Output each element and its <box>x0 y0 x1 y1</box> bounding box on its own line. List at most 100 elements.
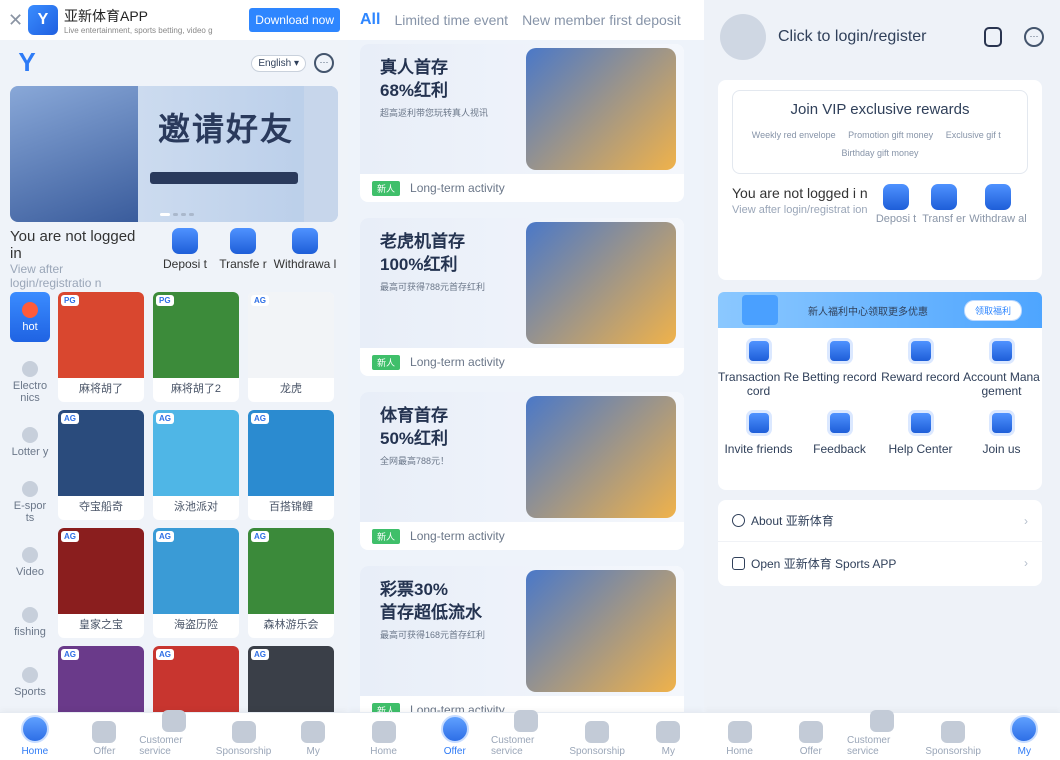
home-header: Y English ▾ ··· <box>0 40 348 86</box>
game-tile[interactable]: PG 麻将胡了2 <box>153 292 239 402</box>
game-tile[interactable]: AG 皇家之宝 <box>58 528 144 638</box>
login-prompt[interactable]: You are not logged i n View after login/… <box>732 184 868 244</box>
handshake-icon <box>745 410 772 436</box>
service-item[interactable]: Betting record <box>799 338 880 398</box>
nav-customer-service[interactable]: Customer service <box>847 710 917 757</box>
promo-footer: 新人 Long-term activity <box>360 174 684 202</box>
welfare-banner[interactable]: 新人福利中心领取更多优惠 领取福利 <box>718 292 1042 328</box>
banner-dots[interactable] <box>160 213 194 216</box>
category-electronics[interactable]: Electro nics <box>10 352 50 412</box>
service-item[interactable]: Reward record <box>880 338 961 398</box>
game-tile[interactable]: AG 龙虎 <box>248 292 334 402</box>
game-name: 麻将胡了 <box>79 383 123 395</box>
nav-my[interactable]: My <box>989 715 1059 757</box>
service-item[interactable]: Join us <box>961 410 1042 456</box>
game-name: 皇家之宝 <box>79 619 123 631</box>
service-item[interactable]: Account Mana gement <box>961 338 1042 398</box>
game-tile[interactable]: AG 百搭锦鲤 <box>248 410 334 520</box>
claim-welfare-button[interactable]: 领取福利 <box>963 299 1022 321</box>
promo-card[interactable]: 真人首存 68%红利 超高返利带您玩转真人视讯 新人 Long-term activit… <box>360 44 684 202</box>
game-thumbnail: AG <box>248 528 334 614</box>
login-register-link[interactable]: Click to login/register <box>778 28 962 46</box>
promo-subtitle: 超高返利带您玩转真人视讯 <box>380 108 489 118</box>
promo-subtitle: 最高可获得788元首存红利 <box>380 282 486 292</box>
game-tile[interactable]: PG 麻将胡了 <box>58 292 144 402</box>
login-prompt[interactable]: You are not logged in View after login/r… <box>10 228 142 290</box>
provider-badge: PG <box>156 295 174 306</box>
service-label: Join us <box>982 442 1021 456</box>
nav-offer[interactable]: Offer <box>776 721 846 757</box>
nav-offer[interactable]: Offer <box>70 721 140 757</box>
transfer-button[interactable]: Transfe r <box>214 228 272 288</box>
promo-duration: Long-term activity <box>410 181 505 195</box>
nav-sponsorship[interactable]: Sponsorship <box>918 721 988 757</box>
reward-icon <box>907 338 934 364</box>
nav-offer[interactable]: Offer <box>420 715 490 757</box>
help-icon <box>907 410 934 436</box>
promo-title-line: 68%红利 <box>380 81 449 100</box>
chat-icon[interactable]: ··· <box>1024 27 1044 47</box>
service-item[interactable]: Invite friends <box>718 410 799 456</box>
chat-icon[interactable]: ··· <box>314 53 334 73</box>
nav-sponsorship[interactable]: Sponsorship <box>562 721 632 757</box>
nav-label: Home <box>726 746 753 757</box>
promo-subtitle: 全网最高788元！ <box>380 456 450 466</box>
withdrawal-button[interactable]: Withdrawa l <box>272 228 338 288</box>
download-button[interactable]: Download now <box>249 8 340 32</box>
withdrawal-button[interactable]: Withdraw al <box>968 184 1028 244</box>
account-icon <box>988 338 1015 364</box>
nav-my[interactable]: My <box>633 721 703 757</box>
tab-limited-time-event[interactable]: Limited time event <box>394 12 508 28</box>
game-tile[interactable]: AG 夺宝船奇 <box>58 410 144 520</box>
open-app-link[interactable]: Open 亚新体育 Sports APP › <box>718 542 1042 584</box>
close-icon[interactable]: ✕ <box>8 10 23 31</box>
gamepad-icon <box>22 480 38 497</box>
settings-icon[interactable] <box>984 27 1002 47</box>
promo-footer: 新人 Long-term activity <box>360 348 684 376</box>
category-fishing[interactable]: fishing <box>10 592 50 652</box>
app-tagline: Live entertainment, sports betting, vide… <box>64 25 213 35</box>
service-item[interactable]: Help Center <box>880 410 961 456</box>
promo-card[interactable]: 彩票30% 首存超低流水 最高可获得168元首存红利 新人 Long-term acti… <box>360 566 684 724</box>
nav-customer-service[interactable]: Customer service <box>491 710 561 757</box>
game-tile[interactable]: AG 泳池派对 <box>153 410 239 520</box>
nav-sponsorship[interactable]: Sponsorship <box>209 721 279 757</box>
bottom-nav: Home Offer Customer service Sponsorship My <box>0 710 348 760</box>
phone-icon <box>732 556 745 570</box>
provider-badge: AG <box>251 413 269 424</box>
category-video[interactable]: Video <box>10 532 50 592</box>
receipt-icon <box>745 338 772 364</box>
bottom-nav: Home Offer Customer service Sponsorship My <box>704 710 1060 760</box>
avatar[interactable] <box>720 14 766 60</box>
service-item[interactable]: Feedback <box>799 410 880 456</box>
service-item[interactable]: Transaction Re cord <box>718 338 799 398</box>
about-link[interactable]: About 亚新体育 › <box>718 500 1042 542</box>
new-member-badge: 新人 <box>372 354 401 370</box>
vip-box[interactable]: Join VIP exclusive rewards Weekly red en… <box>732 90 1028 174</box>
nav-my[interactable]: My <box>278 721 348 757</box>
category-esports[interactable]: E-spor ts <box>10 472 50 532</box>
transfer-button[interactable]: Transf er <box>920 184 968 244</box>
category-sports[interactable]: Sports <box>10 652 50 712</box>
deposit-button[interactable]: Deposi t <box>872 184 920 244</box>
promo-card[interactable]: 老虎机首存 100%红利 最高可获得788元首存红利 新人 Long-term acti… <box>360 218 684 376</box>
category-sidebar: hot Electro nics Lotter y E-spor ts Vide… <box>10 292 50 712</box>
nav-home[interactable]: Home <box>349 721 419 757</box>
app-name: 亚新体育APP <box>64 7 149 24</box>
nav-home[interactable]: Home <box>705 721 775 757</box>
promo-card[interactable]: 体育首存 50%红利 全网最高788元！ 新人 Long-term activity <box>360 392 684 550</box>
deposit-button[interactable]: Deposi t <box>156 228 214 288</box>
invite-banner[interactable]: 邀请好友 <box>10 86 338 222</box>
game-tile[interactable]: AG 森林游乐会 <box>248 528 334 638</box>
game-tile[interactable]: AG 海盗历险 <box>153 528 239 638</box>
provider-badge: AG <box>61 531 79 542</box>
vip-title: Join VIP exclusive rewards <box>790 101 970 118</box>
tab-all[interactable]: All <box>360 11 380 29</box>
category-lottery[interactable]: Lotter y <box>10 412 50 472</box>
nav-home[interactable]: Home <box>0 715 70 757</box>
nav-customer-service[interactable]: Customer service <box>139 710 209 757</box>
language-select[interactable]: English ▾ <box>251 54 306 72</box>
category-hot[interactable]: hot <box>10 292 50 342</box>
offer-icon <box>92 721 117 743</box>
tab-new-member-first-deposit[interactable]: New member first deposit <box>522 12 681 28</box>
